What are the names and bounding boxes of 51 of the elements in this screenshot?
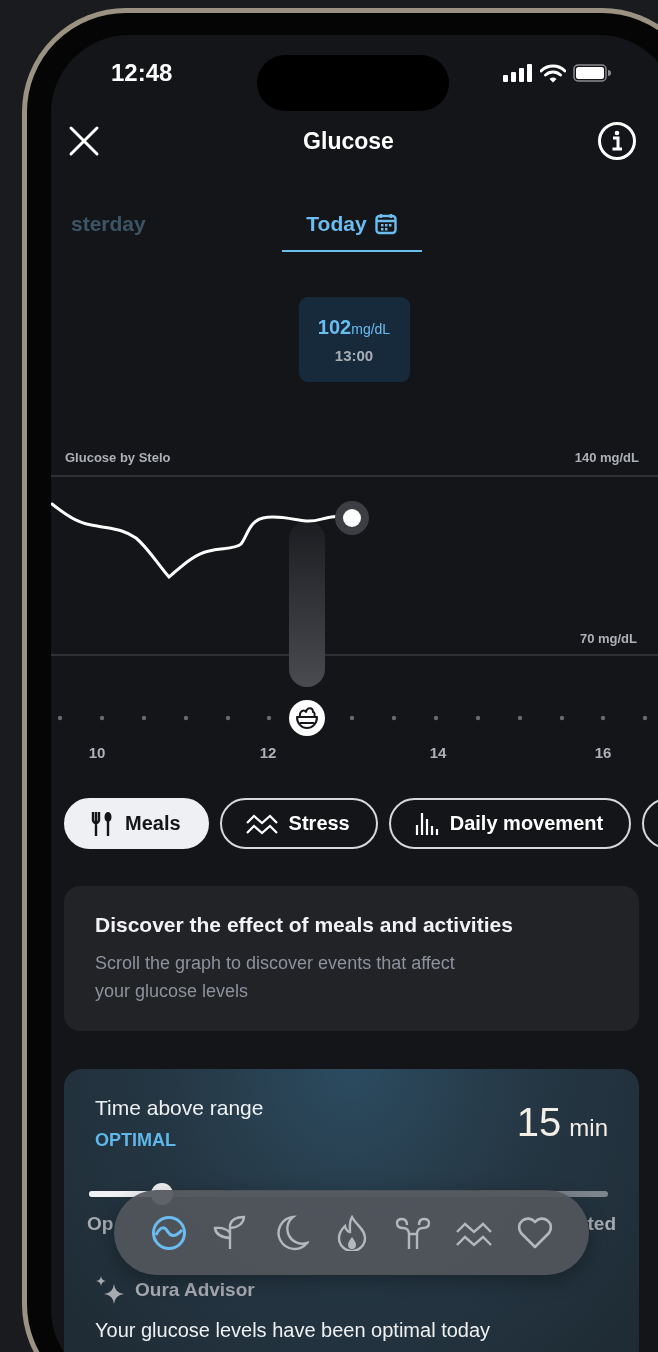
battery-icon (573, 64, 611, 82)
wifi-icon (540, 63, 566, 83)
timeline-dot (559, 715, 565, 721)
current-point[interactable] (335, 501, 369, 535)
timeline-dot (183, 715, 189, 721)
status-time: 12:48 (111, 59, 173, 87)
timeline-dot (600, 715, 606, 721)
timeline-dot (349, 715, 355, 721)
advisor-text: Your glucose levels have been optimal today (95, 1319, 492, 1342)
metric-unit: min (569, 1114, 608, 1142)
reading-unit: mg/dL (351, 320, 391, 337)
timeline-dot (225, 715, 231, 721)
fork-spoon-icon (90, 810, 114, 837)
timeline-dot (266, 715, 272, 721)
hour-label: 16 (594, 744, 612, 761)
timeline-dot (642, 715, 648, 721)
hour-label: 12 (259, 744, 277, 761)
timeline-dot (475, 715, 481, 721)
filter-chip[interactable]: Meals (64, 798, 209, 849)
signal-icon (503, 64, 533, 82)
metric-status: OPTIMAL (95, 1130, 177, 1151)
advisor-title: Oura Advisor (135, 1279, 255, 1301)
calendar-icon (374, 213, 397, 235)
sparkle-icon (95, 1275, 125, 1305)
reading-time: 13:00 (334, 346, 374, 364)
filter-chip[interactable]: Daily movement (388, 798, 632, 849)
metric-value: 15 (516, 1100, 562, 1145)
timeline-dot (141, 715, 147, 721)
timeline-dot (433, 715, 439, 721)
upper-limit-label: 140 mg/dL (574, 450, 639, 465)
waves-icon (245, 812, 278, 835)
screen-title: Glucose (303, 127, 394, 155)
day-tab[interactable]: Today (281, 198, 422, 252)
slider-min-label: Op (87, 1213, 114, 1235)
metric-title: Time above range (95, 1096, 264, 1120)
meal-marker[interactable] (289, 700, 325, 736)
lower-limit-label: 70 mg/dL (579, 631, 637, 646)
info-title: Discover the effect of meals and activities (95, 913, 514, 937)
timeline-dot (391, 715, 397, 721)
hour-label: 14 (429, 744, 447, 761)
filter-chip[interactable]: Stress (219, 798, 378, 849)
info-button[interactable] (595, 119, 639, 163)
timeline-dot (57, 715, 63, 721)
reading-value: 102 (317, 315, 352, 339)
bars-icon (414, 811, 439, 836)
slider-max-label: ted (587, 1213, 616, 1235)
info-text: Scroll the graph to discover events that affect your glucose levels (95, 952, 456, 1003)
chart-source: Glucose by Stelo (65, 450, 171, 465)
hour-label: 10 (88, 744, 106, 761)
timeline-dot (517, 715, 523, 721)
timeline-dot (99, 715, 105, 721)
